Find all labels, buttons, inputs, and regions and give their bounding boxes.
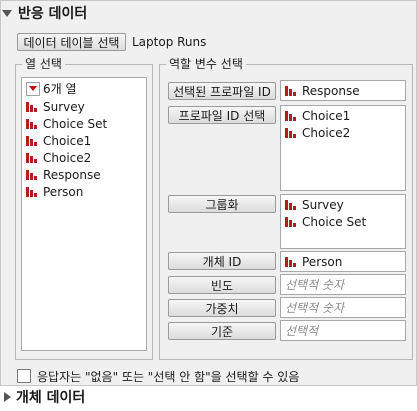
select-roles-legend: 역할 변수 선택 [166, 57, 246, 71]
frequency-placeholder: 선택적 숫자 [285, 278, 345, 292]
response-data-header[interactable]: 반응 데이터 [2, 4, 87, 22]
column-item[interactable]: Person [22, 183, 146, 200]
column-menu-icon[interactable] [26, 81, 40, 96]
column-item[interactable]: Response [22, 166, 146, 183]
none-option-checkbox[interactable] [17, 369, 31, 383]
select-columns-panel: 열 선택 6개 열 Survey Choice Set Choice1 Choice2… [15, 57, 153, 360]
columns-count: 6개 열 [43, 82, 77, 96]
continuous-column-icon [26, 186, 38, 198]
frequency-button[interactable]: 빈도 [168, 276, 276, 294]
role-value-item[interactable]: Choice1 [281, 107, 405, 124]
role-value-item-label: Choice2 [302, 125, 351, 140]
column-item[interactable]: Choice1 [22, 132, 146, 149]
column-item-label: Person [43, 184, 84, 199]
select-columns-legend: 열 선택 [22, 57, 65, 71]
by-box[interactable]: 선택적 [280, 320, 406, 341]
continuous-column-icon [26, 118, 38, 130]
subject-data-title: 개체 데이터 [16, 390, 86, 406]
selected-profile-id-box[interactable]: Response [280, 80, 406, 101]
weight-placeholder: 선택적 숫자 [285, 301, 345, 315]
select-roles-panel: 역할 변수 선택 선택된 프로파일 ID Response 프로파일 ID 선택… [159, 57, 413, 360]
role-value-item[interactable]: Choice2 [281, 124, 405, 141]
disclosure-closed-icon[interactable] [4, 392, 11, 402]
select-data-table-button[interactable]: 데이터 테이블 선택 [17, 33, 126, 51]
continuous-column-icon [26, 135, 38, 147]
none-option-row[interactable]: 응답자는 "없음" 또는 "선택 안 함"을 선택할 수 있음 [17, 368, 299, 384]
column-item[interactable]: Survey [22, 98, 146, 115]
subject-id-button[interactable]: 개체 ID [168, 252, 276, 270]
column-item-label: Response [43, 167, 101, 182]
role-value-item[interactable]: Person [281, 253, 405, 270]
grouping-box[interactable]: Survey Choice Set [280, 194, 406, 249]
role-value-item-label: Choice1 [302, 108, 351, 123]
weight-box[interactable]: 선택적 숫자 [280, 297, 406, 318]
frequency-box[interactable]: 선택적 숫자 [280, 274, 406, 295]
columns-count-header[interactable]: 6개 열 [22, 80, 146, 97]
section-title: 반응 데이터 [18, 6, 88, 22]
role-value-item-label: Response [302, 83, 360, 98]
continuous-column-icon [26, 169, 38, 181]
weight-button[interactable]: 가중치 [168, 299, 276, 317]
role-value-item-label: Person [302, 254, 343, 269]
continuous-column-icon [285, 85, 297, 97]
column-item-label: Choice2 [43, 150, 92, 165]
by-button[interactable]: 기준 [168, 322, 276, 340]
continuous-column-icon [285, 256, 297, 268]
role-value-item[interactable]: Choice Set [281, 213, 405, 230]
column-item-label: Choice Set [43, 116, 108, 131]
column-item[interactable]: Choice Set [22, 115, 146, 132]
subject-data-header[interactable]: 개체 데이터 [4, 389, 86, 406]
continuous-column-icon [26, 101, 38, 113]
continuous-column-icon [285, 110, 297, 122]
continuous-column-icon [26, 152, 38, 164]
column-item-label: Survey [43, 99, 85, 114]
columns-list[interactable]: 6개 열 Survey Choice Set Choice1 Choice2 Respo… [21, 77, 147, 351]
disclosure-open-icon[interactable] [2, 9, 12, 17]
continuous-column-icon [285, 127, 297, 139]
none-option-label: 응답자는 "없음" 또는 "선택 안 함"을 선택할 수 있음 [37, 369, 300, 384]
subject-id-box[interactable]: Person [280, 251, 406, 272]
column-item-label: Choice1 [43, 133, 92, 148]
current-table-name: Laptop Runs [132, 35, 207, 49]
role-value-item[interactable]: Survey [281, 196, 405, 213]
continuous-column-icon [285, 216, 297, 228]
role-value-item[interactable]: Response [281, 82, 405, 99]
grouping-button[interactable]: 그룹화 [168, 195, 276, 213]
role-value-item-label: Survey [302, 197, 344, 212]
columns-items: Survey Choice Set Choice1 Choice2 Response Pe… [22, 98, 146, 200]
column-item[interactable]: Choice2 [22, 149, 146, 166]
selected-profile-id-button[interactable]: 선택된 프로파일 ID [168, 82, 276, 100]
by-placeholder: 선택적 [285, 324, 319, 338]
continuous-column-icon [285, 199, 297, 211]
profile-id-select-button[interactable]: 프로파일 ID 선택 [168, 106, 276, 124]
role-value-item-label: Choice Set [302, 214, 367, 229]
profile-id-select-box[interactable]: Choice1 Choice2 [280, 105, 406, 191]
